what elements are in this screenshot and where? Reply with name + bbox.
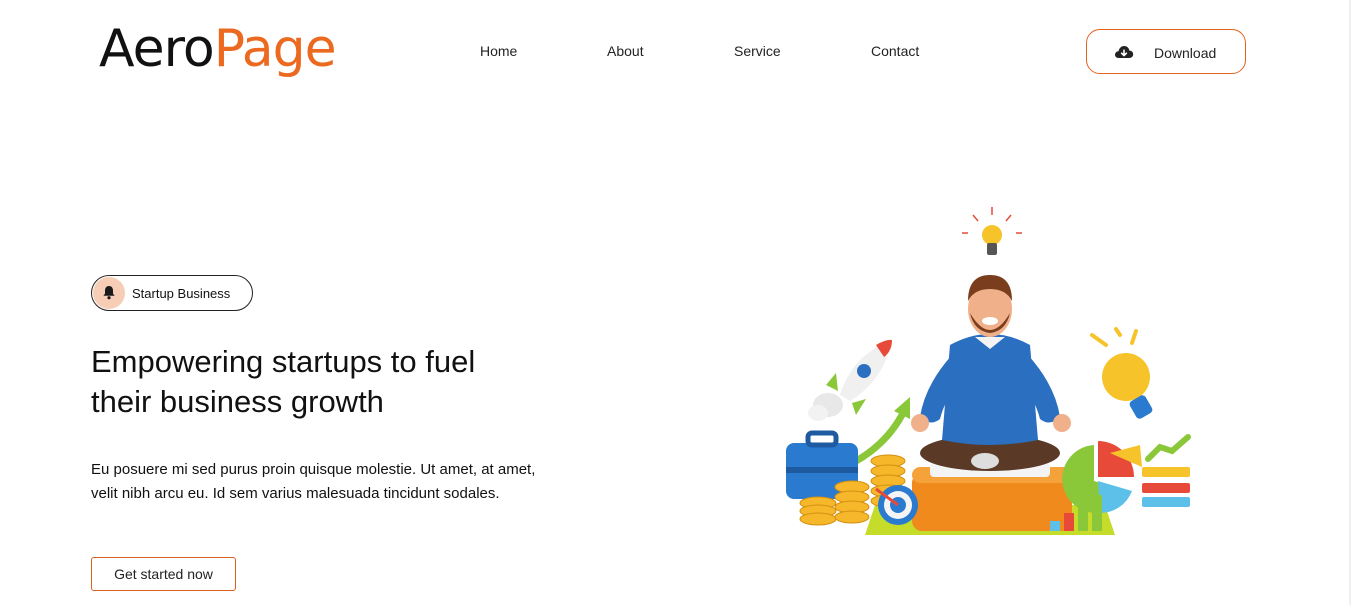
- badge-label: Startup Business: [132, 286, 231, 301]
- hero-title: Empowering startups to fuel their busine…: [91, 344, 476, 419]
- nav-about[interactable]: About: [607, 43, 644, 59]
- hero-illustration: [780, 205, 1195, 540]
- download-button[interactable]: Download: [1086, 29, 1246, 74]
- nav-home[interactable]: Home: [480, 43, 517, 59]
- download-button-label: Download: [1154, 45, 1217, 61]
- nav-service[interactable]: Service: [734, 43, 781, 59]
- rocket: [808, 339, 892, 421]
- pie-chart: [1062, 441, 1142, 514]
- big-lightbulb: [1090, 327, 1153, 419]
- nav-contact[interactable]: Contact: [871, 43, 919, 59]
- logo-part-page: Page: [213, 19, 337, 79]
- logo[interactable]: AeroPage: [99, 14, 337, 84]
- logo-part-aero: Aero: [99, 19, 215, 79]
- meditating-person: [911, 275, 1071, 471]
- category-badge: Startup Business: [91, 275, 253, 311]
- bell-icon: [103, 286, 115, 300]
- hero-description: Eu posuere mi sed purus proin quisque mo…: [91, 461, 536, 502]
- cloud-download-icon: [1114, 44, 1134, 60]
- small-lightbulb: [962, 207, 1022, 255]
- badge-icon-circle: [93, 277, 125, 309]
- get-started-button[interactable]: Get started now: [91, 557, 236, 591]
